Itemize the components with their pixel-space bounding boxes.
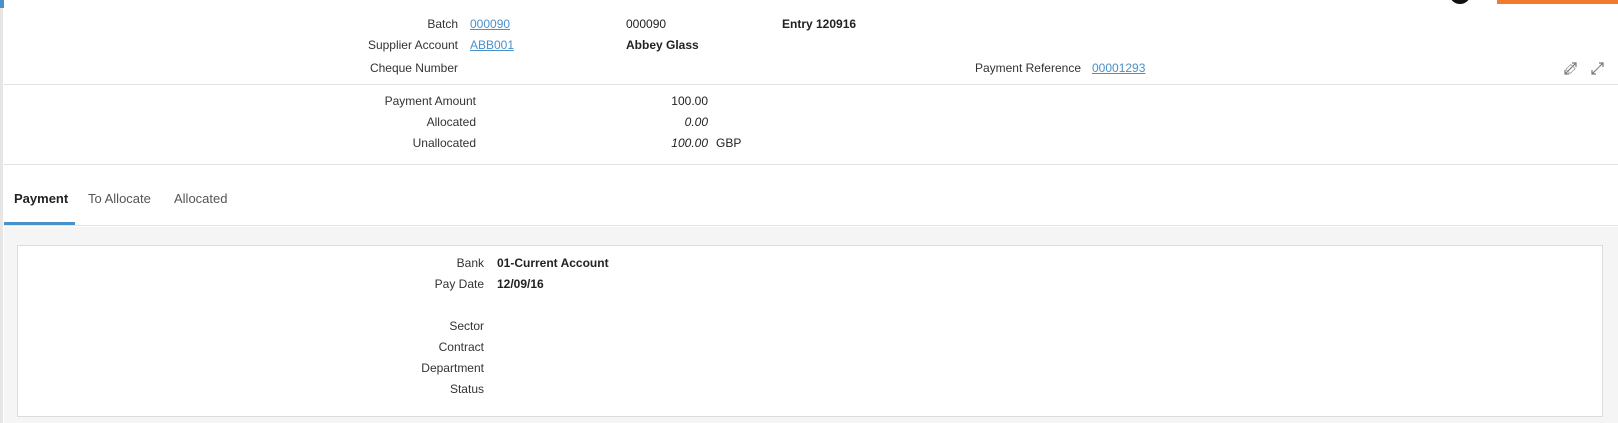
expand-icon[interactable] — [1561, 59, 1583, 79]
payment-amount-value: 100.00 — [671, 94, 708, 108]
allocated-label: Allocated — [426, 115, 476, 129]
cheque-number-label: Cheque Number — [369, 61, 458, 75]
tab-to-allocate[interactable]: To Allocate — [88, 191, 151, 206]
header-divider — [4, 84, 1618, 85]
supplier-account-label: Supplier Account — [367, 38, 458, 52]
pay-date-value: 12/09/16 — [497, 277, 544, 291]
status-label: Status — [449, 382, 484, 396]
supplier-account-link[interactable]: ABB001 — [470, 38, 514, 52]
pay-date-label: Pay Date — [434, 277, 484, 291]
tab-bar: Payment To Allocate Allocated — [4, 175, 1618, 226]
tab-allocated[interactable]: Allocated — [174, 191, 227, 206]
supplier-name: Abbey Glass — [626, 38, 699, 52]
bank-value: 01-Current Account — [497, 256, 609, 270]
payment-amount-label: Payment Amount — [384, 94, 476, 108]
department-label: Department — [421, 361, 484, 375]
currency-code: GBP — [716, 136, 742, 150]
active-tab-indicator — [4, 222, 75, 225]
header-action-button[interactable] — [1497, 0, 1618, 4]
payment-panel — [17, 245, 1603, 417]
allocated-value: 0.00 — [684, 115, 708, 129]
batch-value: 000090 — [626, 17, 667, 31]
batch-label: Batch — [427, 17, 458, 31]
left-edge-accent — [0, 0, 4, 8]
unallocated-label: Unallocated — [412, 136, 476, 150]
avatar[interactable] — [1450, 0, 1470, 4]
batch-link[interactable]: 000090 — [470, 17, 510, 31]
unallocated-value: 100.00 — [671, 136, 708, 150]
entry-text: Entry 120916 — [782, 17, 857, 31]
payment-reference-link[interactable]: 00001293 — [1092, 61, 1145, 75]
summary-divider — [4, 164, 1618, 165]
payment-reference-label: Payment Reference — [974, 61, 1081, 75]
sector-label: Sector — [449, 319, 484, 333]
bank-label: Bank — [456, 256, 484, 270]
expand-icon[interactable] — [1588, 59, 1610, 79]
contract-label: Contract — [438, 340, 484, 354]
left-edge — [0, 0, 3, 423]
tab-payment[interactable]: Payment — [14, 191, 68, 206]
